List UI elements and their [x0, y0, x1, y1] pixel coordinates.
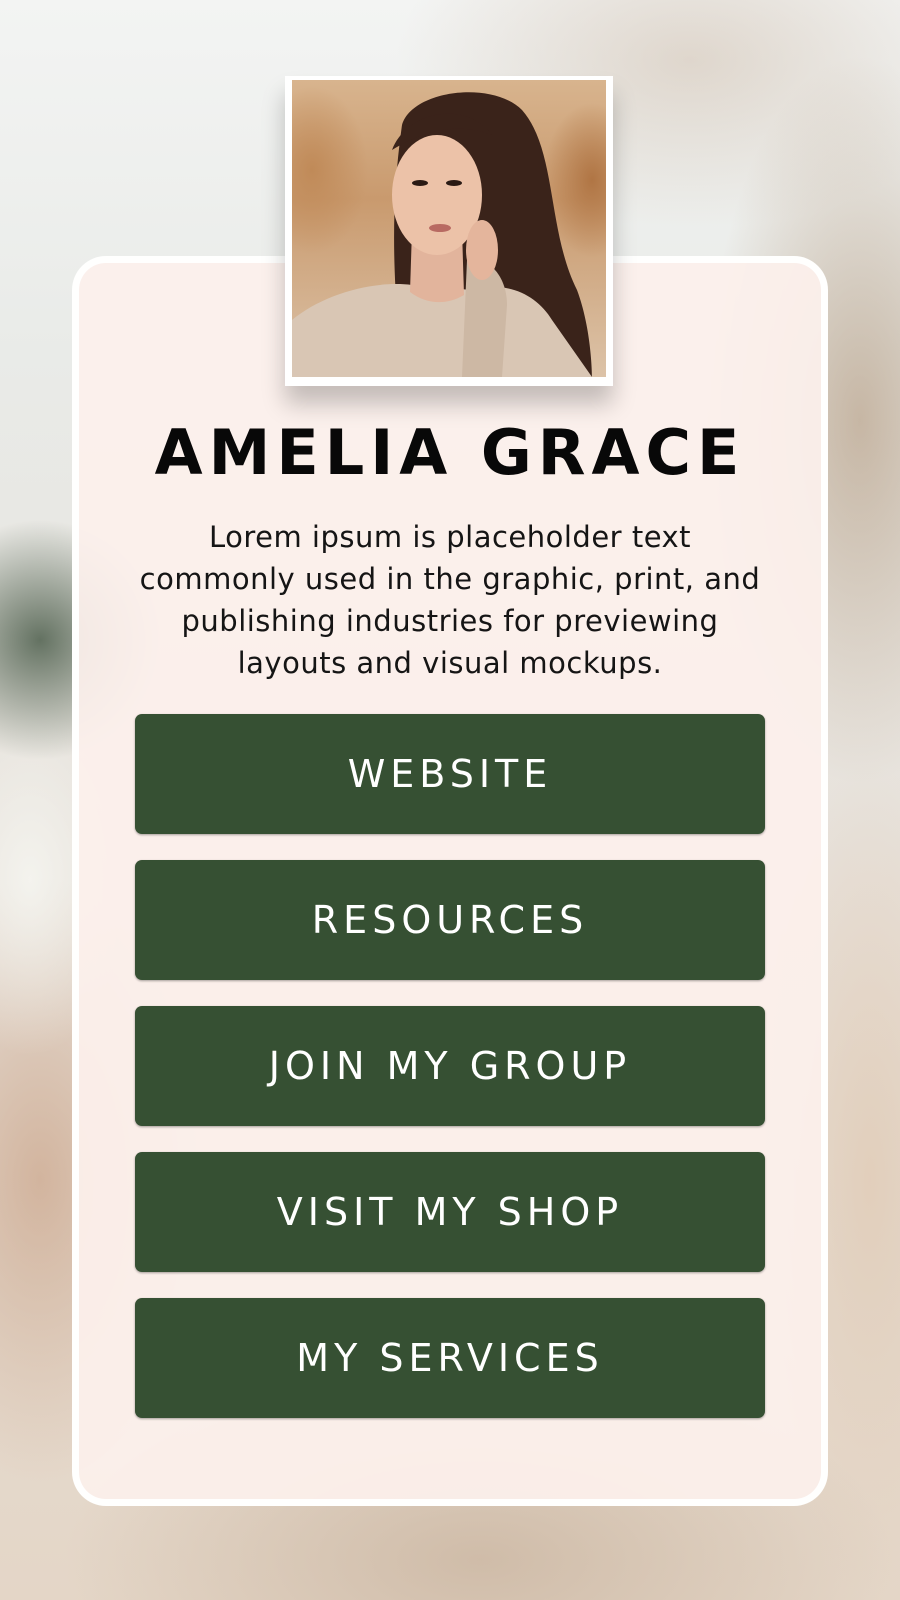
- join-my-group-button[interactable]: JOIN MY GROUP: [135, 1006, 765, 1126]
- visit-my-shop-button[interactable]: VISIT MY SHOP: [135, 1152, 765, 1272]
- resources-button[interactable]: RESOURCES: [135, 860, 765, 980]
- profile-bio: Lorem ipsum is placeholder text commonly…: [139, 520, 761, 680]
- resources-button-label: RESOURCES: [311, 898, 589, 942]
- visit-my-shop-button-label: VISIT MY SHOP: [276, 1190, 624, 1234]
- profile-photo-frame: [285, 76, 613, 386]
- my-services-button[interactable]: MY SERVICES: [135, 1298, 765, 1418]
- website-button-label: WEBSITE: [347, 752, 553, 796]
- profile-photo: [292, 80, 606, 377]
- my-services-button-label: MY SERVICES: [296, 1336, 604, 1380]
- profile-name: AMELIA GRACE: [154, 416, 746, 489]
- website-button[interactable]: WEBSITE: [135, 714, 765, 834]
- join-my-group-button-label: JOIN MY GROUP: [268, 1044, 632, 1088]
